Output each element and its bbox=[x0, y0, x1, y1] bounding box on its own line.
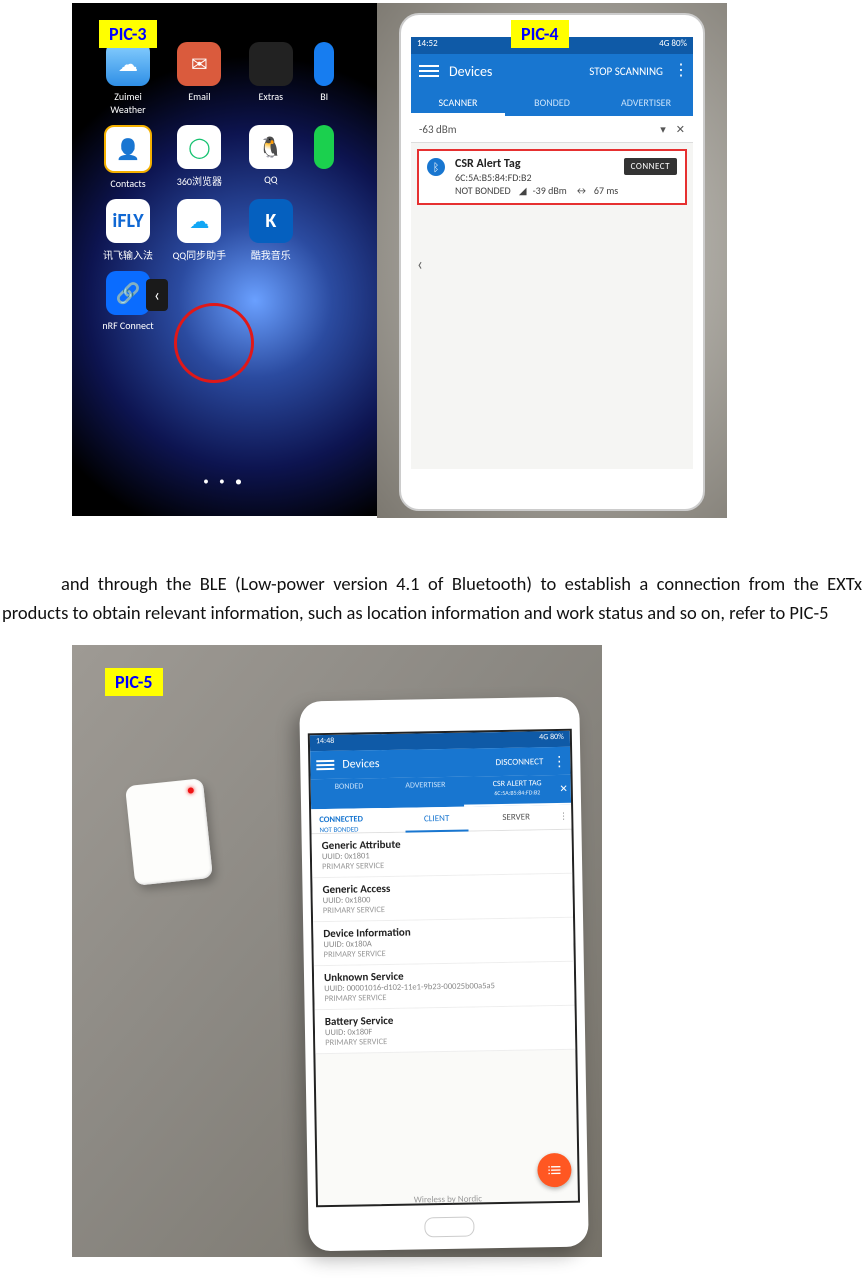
pic5-label: PIC-5 bbox=[105, 668, 163, 696]
pic4-phone-frame: 14:52 4G 80% Devices STOP SCANNING ⋮ SCA… bbox=[399, 13, 705, 511]
pic4-label: PIC-4 bbox=[511, 20, 569, 48]
ble-device-photo bbox=[125, 779, 213, 887]
app-kuwo[interactable]: K酷我音乐 bbox=[241, 199, 301, 262]
music-icon: K bbox=[249, 199, 293, 243]
app-icon bbox=[314, 42, 334, 86]
overflow-icon[interactable]: ⋮ bbox=[673, 66, 689, 76]
list-icon bbox=[546, 1162, 562, 1178]
ifly-icon: iFLY bbox=[106, 199, 150, 243]
service-item[interactable]: Generic AttributeUUID: 0x1801PRIMARY SER… bbox=[312, 830, 573, 879]
subtab-server[interactable]: SERVER bbox=[476, 805, 556, 830]
page-indicator: • • ● bbox=[72, 475, 377, 488]
tab-bonded[interactable]: BONDED bbox=[311, 778, 388, 809]
app-extras[interactable]: Extras bbox=[241, 42, 301, 103]
status-time: 14:48 bbox=[316, 736, 335, 750]
pic4-screen: 14:52 4G 80% Devices STOP SCANNING ⋮ SCA… bbox=[411, 37, 693, 469]
tab-advertiser[interactable]: ADVERTISER bbox=[387, 777, 464, 808]
filter-bar: -63 dBm ▾ ✕ bbox=[411, 116, 693, 143]
figure-row-top: PIC-3 ☁Zuimei Weather ✉Email Extras BI 👤… bbox=[72, 3, 864, 518]
signal-icon: ◢ bbox=[519, 184, 527, 197]
tab-advertiser[interactable]: ADVERTISER bbox=[599, 88, 693, 116]
close-icon[interactable]: ✕ bbox=[676, 123, 685, 136]
pic3-phone: ☁Zuimei Weather ✉Email Extras BI 👤Contac… bbox=[72, 3, 377, 516]
device-card[interactable]: ᛒ CONNECT CSR Alert Tag 6C:5A:B5:84:FD:B… bbox=[417, 149, 687, 205]
device-interval: 67 ms bbox=[594, 184, 618, 197]
service-list: Generic AttributeUUID: 0x1801PRIMARY SER… bbox=[312, 830, 576, 1055]
pic4-container: PIC-4 14:52 4G 80% Devices STOP SCANNING… bbox=[377, 3, 727, 518]
chevron-down-icon[interactable]: ▾ bbox=[660, 123, 666, 136]
disconnect-button[interactable]: DISCONNECT bbox=[495, 756, 543, 768]
status-right: 4G 80% bbox=[539, 732, 564, 746]
menu-icon[interactable] bbox=[419, 65, 439, 77]
app-360[interactable]: ◯360浏览器 bbox=[169, 125, 229, 188]
link-icon: 🔗 bbox=[106, 271, 150, 315]
stop-scanning-button[interactable]: STOP SCANNING bbox=[589, 65, 663, 78]
tab-scanner[interactable]: SCANNER bbox=[411, 88, 505, 116]
app-cut2[interactable] bbox=[312, 125, 336, 173]
bluetooth-icon: ᛒ bbox=[427, 158, 445, 176]
contacts-icon: 👤 bbox=[104, 125, 152, 173]
close-icon[interactable]: ✕ bbox=[559, 783, 568, 795]
chevron-left-icon[interactable]: ‹ bbox=[417, 253, 423, 275]
app-title: Devices bbox=[342, 755, 495, 772]
app-cut[interactable]: BI bbox=[312, 42, 336, 103]
interval-icon: ↔ bbox=[575, 184, 588, 197]
browser-icon: ◯ bbox=[177, 125, 221, 169]
status-time: 14:52 bbox=[417, 38, 438, 53]
highlight-ring bbox=[174, 303, 254, 383]
app-title: Devices bbox=[449, 63, 589, 80]
app-email[interactable]: ✉Email bbox=[169, 42, 229, 103]
service-item[interactable]: Generic AccessUUID: 0x1800PRIMARY SERVIC… bbox=[312, 874, 573, 923]
email-icon: ✉ bbox=[177, 42, 221, 86]
body-paragraph: and through the BLE (Low-power version 4… bbox=[2, 570, 862, 627]
service-item[interactable]: Battery ServiceUUID: 0x180FPRIMARY SERVI… bbox=[315, 1006, 576, 1055]
service-item[interactable]: Unknown ServiceUUID: 00001016-d102-11e1-… bbox=[314, 962, 575, 1011]
app-ifly[interactable]: iFLY讯飞输入法 bbox=[98, 199, 158, 262]
device-bond-status: NOT BONDED bbox=[455, 184, 511, 197]
app-weather[interactable]: ☁Zuimei Weather bbox=[98, 42, 158, 116]
service-item[interactable]: Device InformationUUID: 0x180APRIMARY SE… bbox=[313, 918, 574, 967]
connection-status: CONNECTEDNOT BONDED bbox=[311, 808, 397, 833]
pic5-phone-frame: 14:48 4G 80% Devices DISCONNECT ⋮ BONDED… bbox=[299, 697, 589, 1252]
menu-icon[interactable] bbox=[316, 760, 334, 770]
home-button[interactable] bbox=[424, 1217, 474, 1238]
overflow-icon[interactable]: ⋮ bbox=[552, 753, 566, 770]
folder-icon bbox=[249, 42, 293, 86]
device-rssi: -39 dBm bbox=[533, 184, 567, 197]
pic3-container: PIC-3 ☁Zuimei Weather ✉Email Extras BI 👤… bbox=[72, 3, 377, 518]
filter-rssi: -63 dBm bbox=[419, 123, 457, 136]
tab-csr-alert-tag[interactable]: CSR ALERT TAG6C:5A:B5:84:FD:B2 ✕ bbox=[463, 775, 571, 807]
tab-bonded[interactable]: BONDED bbox=[505, 88, 599, 116]
pic3-app-grid: ☁Zuimei Weather ✉Email Extras BI 👤Contac… bbox=[94, 39, 341, 338]
app-qqsync[interactable]: ☁QQ同步助手 bbox=[169, 199, 229, 262]
pic5-screen: 14:48 4G 80% Devices DISCONNECT ⋮ BONDED… bbox=[308, 729, 580, 1208]
status-right: 4G 80% bbox=[659, 38, 687, 53]
app-icon bbox=[314, 125, 334, 169]
qq-icon: 🐧 bbox=[249, 125, 293, 169]
overflow-icon[interactable]: ⋮ bbox=[556, 805, 572, 829]
cloud-icon: ☁ bbox=[106, 42, 150, 86]
connect-button[interactable]: CONNECT bbox=[624, 158, 677, 175]
back-chevron-icon[interactable]: ‹ bbox=[146, 279, 168, 311]
pic5-container: PIC-5 14:48 4G 80% Devices DISCONNECT ⋮ … bbox=[72, 645, 602, 1257]
tabs: SCANNER BONDED ADVERTISER bbox=[411, 88, 693, 116]
pic3-label: PIC-3 bbox=[99, 20, 157, 48]
app-contacts[interactable]: 👤Contacts bbox=[98, 125, 158, 190]
subtab-client[interactable]: CLIENT bbox=[397, 807, 477, 832]
sync-icon: ☁ bbox=[177, 199, 221, 243]
app-bar: Devices STOP SCANNING ⋮ bbox=[411, 54, 693, 88]
app-qq[interactable]: 🐧QQ bbox=[241, 125, 301, 186]
